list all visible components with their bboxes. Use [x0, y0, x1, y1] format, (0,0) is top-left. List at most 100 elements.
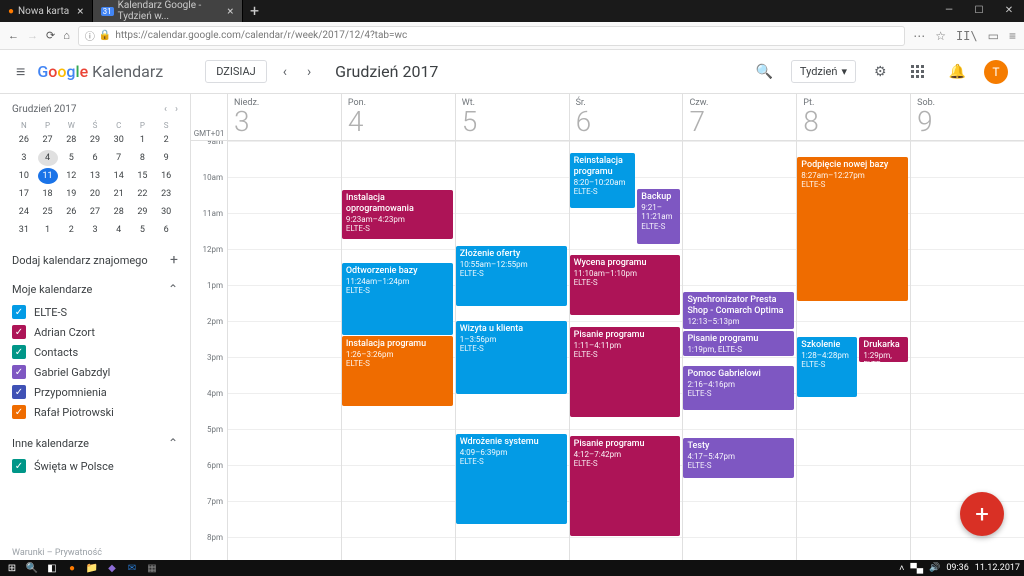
mini-day[interactable]: 7: [109, 150, 129, 166]
mini-day[interactable]: 1: [38, 222, 58, 238]
mini-next-icon[interactable]: ›: [175, 104, 178, 115]
day-column[interactable]: Instalacja oprogramowania9:23am–4:23pmEL…: [341, 141, 455, 560]
mini-day[interactable]: 25: [38, 204, 58, 220]
bell-icon[interactable]: 🔔: [943, 64, 972, 80]
mini-calendar[interactable]: 2627282930123456789101112131415161718192…: [12, 132, 178, 238]
home-icon[interactable]: ⌂: [63, 29, 70, 42]
mini-day[interactable]: 12: [61, 168, 81, 184]
checkbox[interactable]: ✓: [12, 365, 26, 379]
mini-prev-icon[interactable]: ‹: [164, 104, 167, 115]
app-icon[interactable]: ▦: [144, 561, 160, 575]
taskbar[interactable]: ⊞ 🔍 ◧ ● 📁 ◆ ✉ ▦ ˄ ▀▄ 🔊 09:36 11.12.2017: [0, 560, 1024, 576]
clock[interactable]: 09:36: [946, 564, 968, 573]
explorer-icon[interactable]: 📁: [84, 561, 100, 575]
mini-day[interactable]: 27: [85, 204, 105, 220]
calendar-item[interactable]: ✓Adrian Czort: [12, 322, 178, 342]
event[interactable]: Wdrożenie systemu4:09–6:39pmELTE-S: [456, 434, 567, 524]
day-column[interactable]: Reinstalacja programu8:20–10:20amELTE-SB…: [569, 141, 683, 560]
mini-day[interactable]: 21: [109, 186, 129, 202]
menu-icon[interactable]: ≡: [1009, 29, 1016, 43]
save-icon[interactable]: ☆: [935, 29, 946, 43]
event[interactable]: Drukarka1:29pm, ELTE: [859, 337, 908, 362]
mini-day[interactable]: 2: [61, 222, 81, 238]
mini-day[interactable]: 29: [132, 204, 152, 220]
gear-icon[interactable]: ⚙: [868, 64, 893, 80]
taskview-icon[interactable]: ◧: [44, 561, 60, 575]
event[interactable]: Reinstalacja programu8:20–10:20amELTE-S: [570, 153, 636, 208]
avatar[interactable]: T: [984, 60, 1008, 84]
calendar-item[interactable]: ✓Gabriel Gabzdyl: [12, 362, 178, 382]
mini-day[interactable]: 26: [14, 132, 34, 148]
mini-day[interactable]: 1: [132, 132, 152, 148]
mini-day[interactable]: 17: [14, 186, 34, 202]
day-column[interactable]: [227, 141, 341, 560]
firefox-icon[interactable]: ●: [64, 561, 80, 575]
checkbox[interactable]: ✓: [12, 459, 26, 473]
event[interactable]: Szkolenie1:28–4:28pmELTE-S: [797, 337, 857, 397]
mini-day[interactable]: 10: [14, 168, 34, 184]
mini-day[interactable]: 26: [61, 204, 81, 220]
view-switcher[interactable]: Tydzień▾: [791, 60, 856, 83]
calendar-item[interactable]: ✓Rafał Piotrowski: [12, 402, 178, 422]
day-header[interactable]: Śr.6: [569, 94, 683, 140]
mini-day[interactable]: 29: [85, 132, 105, 148]
address-bar[interactable]: ⓘ 🔒 https://calendar.google.com/calendar…: [78, 26, 905, 46]
day-column[interactable]: Synchronizator Presta Shop - Comarch Opt…: [682, 141, 796, 560]
tab-calendar[interactable]: 31Kalendarz Google - Tydzień w...×: [93, 0, 243, 22]
minimize-icon[interactable]: —: [934, 0, 964, 22]
mini-day[interactable]: 31: [14, 222, 34, 238]
reload-icon[interactable]: ⟳: [46, 29, 55, 42]
day-header[interactable]: Pon.4: [341, 94, 455, 140]
add-friend-calendar[interactable]: Dodaj kalendarz znajomego: [12, 254, 148, 267]
mini-day[interactable]: 4: [109, 222, 129, 238]
mini-day[interactable]: 14: [109, 168, 129, 184]
event[interactable]: Pisanie programu1:19pm, ELTE-S: [683, 331, 794, 356]
mini-day[interactable]: 19: [61, 186, 81, 202]
day-column[interactable]: Złożenie oferty10:55am–12:55pmELTE-SWizy…: [455, 141, 569, 560]
mini-day[interactable]: 15: [132, 168, 152, 184]
mini-day[interactable]: 2: [156, 132, 176, 148]
mini-day[interactable]: 6: [85, 150, 105, 166]
close-window-icon[interactable]: ✕: [994, 0, 1024, 22]
tray-volume-icon[interactable]: 🔊: [929, 563, 940, 573]
tray-chevron-icon[interactable]: ˄: [899, 563, 904, 574]
mini-day[interactable]: 18: [38, 186, 58, 202]
mini-day[interactable]: 11: [38, 168, 58, 184]
tab-new[interactable]: ●Nowa karta×: [0, 0, 93, 22]
event[interactable]: Wycena programu11:10am–1:10pmELTE-S: [570, 255, 681, 315]
event[interactable]: Instalacja oprogramowania9:23am–4:23pmEL…: [342, 190, 453, 239]
mini-day[interactable]: 16: [156, 168, 176, 184]
mini-day[interactable]: 27: [38, 132, 58, 148]
mini-day[interactable]: 20: [85, 186, 105, 202]
mini-day[interactable]: 3: [14, 150, 34, 166]
prev-icon[interactable]: ‹: [279, 64, 291, 80]
search-taskbar-icon[interactable]: 🔍: [24, 561, 40, 575]
mini-day[interactable]: 8: [132, 150, 152, 166]
maximize-icon[interactable]: ☐: [964, 0, 994, 22]
vs-icon[interactable]: ◆: [104, 561, 120, 575]
forward-icon[interactable]: →: [27, 29, 38, 42]
event[interactable]: Instalacja programu1:26–3:26pmELTE-S: [342, 336, 453, 406]
mini-day[interactable]: 5: [132, 222, 152, 238]
chevron-up-icon[interactable]: ⌃: [168, 436, 178, 450]
mini-day[interactable]: 28: [61, 132, 81, 148]
calendar-item[interactable]: ✓Święta w Polsce: [12, 456, 178, 476]
calendar-item[interactable]: ✓ELTE-S: [12, 302, 178, 322]
mini-day[interactable]: 30: [109, 132, 129, 148]
checkbox[interactable]: ✓: [12, 325, 26, 339]
sidebar-icon[interactable]: ▭: [988, 29, 999, 43]
mini-day[interactable]: 5: [61, 150, 81, 166]
next-icon[interactable]: ›: [303, 64, 315, 80]
day-header[interactable]: Wt.5: [455, 94, 569, 140]
mini-day[interactable]: 6: [156, 222, 176, 238]
event[interactable]: Backup9:21–11:21amELTE-S: [637, 189, 680, 244]
day-header[interactable]: Sob.9: [910, 94, 1024, 140]
more-icon[interactable]: ⋯: [913, 29, 925, 43]
day-column[interactable]: Podpięcie nowej bazy8:27am–12:27pmELTE-S…: [796, 141, 910, 560]
day-header[interactable]: Pt.8: [796, 94, 910, 140]
event[interactable]: Pisanie programu1:11–4:11pmELTE-S: [570, 327, 681, 417]
event[interactable]: Testy4:17–5:47pmELTE-S: [683, 438, 794, 478]
close-icon[interactable]: ×: [77, 4, 83, 18]
mini-day[interactable]: 3: [85, 222, 105, 238]
mini-day[interactable]: 22: [132, 186, 152, 202]
